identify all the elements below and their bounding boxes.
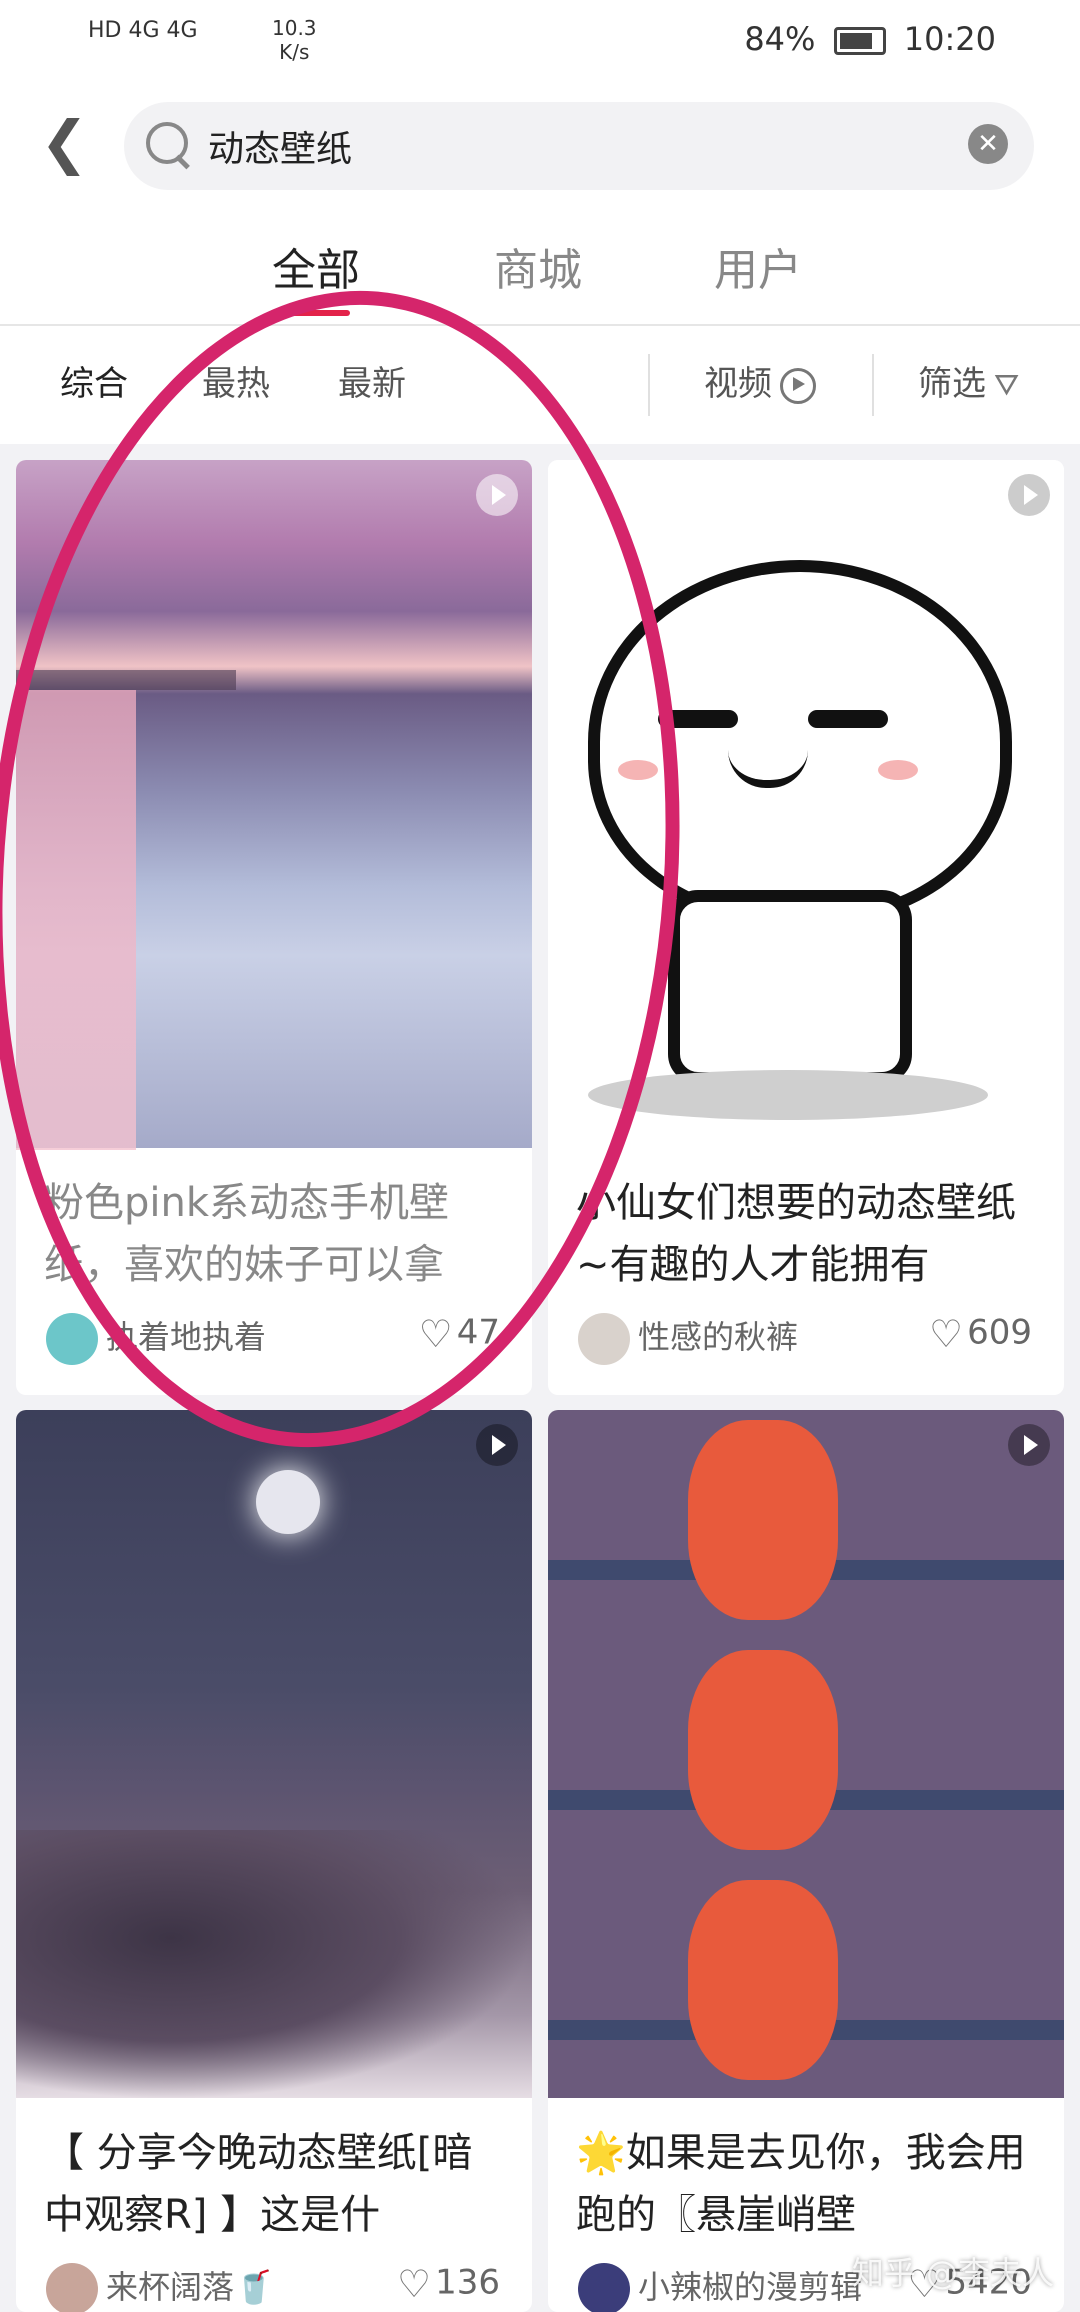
- author-name: 执着地执着: [106, 1318, 267, 1356]
- search-bar[interactable]: 动态壁纸 ✕: [124, 102, 1034, 190]
- sort-hottest[interactable]: 最热: [202, 356, 270, 405]
- sort-newest[interactable]: 最新: [338, 356, 406, 405]
- card-title: 【 分享今晚动态壁纸[暗中观察R] 】这是什: [44, 2130, 473, 2238]
- status-right: 84% 10:20: [744, 20, 996, 58]
- cartoon-head: [588, 560, 1012, 924]
- tab-all-label: 全部: [272, 245, 360, 296]
- character-shape: [688, 1420, 838, 1620]
- avatar: [578, 1313, 630, 1365]
- author-name: 来杯阔落🥤: [106, 2268, 274, 2306]
- video-filter-label: 视频: [704, 364, 772, 404]
- clock: 10:20: [903, 20, 996, 58]
- cartoon-body: [668, 890, 912, 1084]
- cartoon-shadow: [588, 1070, 988, 1120]
- tab-mall[interactable]: 商城: [494, 234, 582, 298]
- search-input[interactable]: 动态壁纸: [208, 120, 352, 172]
- filter-bar: 综合 最热 最新 视频 筛选 ⛛: [0, 326, 1080, 444]
- video-badge-icon: [476, 474, 518, 516]
- signal-indicators: HD 4G 4G: [88, 18, 198, 43]
- like-count[interactable]: ♡ 136: [397, 2262, 500, 2306]
- cartoon-eye-right: [808, 710, 888, 728]
- like-count[interactable]: ♡ 47: [419, 1312, 500, 1356]
- heart-icon: ♡: [418, 1312, 453, 1356]
- tab-users[interactable]: 用户: [714, 234, 802, 298]
- post-card[interactable]: 【 分享今晚动态壁纸[暗中观察R] 】这是什 来杯阔落🥤 ♡ 136: [16, 1410, 532, 2312]
- post-card[interactable]: 小仙女们想要的动态壁纸~有趣的人才能拥有 性感的秋裤 ♡ 609: [548, 460, 1064, 1395]
- post-card[interactable]: 🌟如果是去见你，我会用跑的〖悬崖峭壁 小辣椒的漫剪辑 ♡ 5420: [548, 1410, 1064, 2312]
- tab-mall-label: 商城: [494, 245, 582, 296]
- card-author[interactable]: 小辣椒的漫剪辑: [578, 2262, 862, 2312]
- avatar: [578, 2263, 630, 2312]
- distant-coast: [16, 670, 236, 690]
- tab-users-label: 用户: [714, 245, 802, 296]
- cartoon-cheek-left: [618, 760, 658, 780]
- avatar: [46, 1313, 98, 1365]
- net-speed-value: 10.3: [272, 16, 317, 40]
- cartoon-eye-left: [658, 710, 738, 728]
- status-bar: HD 4G 4G 10.3 K/s 84% 10:20: [0, 0, 1080, 80]
- card-title: 粉色pink系动态手机壁纸，喜欢的妹子可以拿: [44, 1180, 450, 1288]
- active-tab-indicator: [282, 310, 350, 316]
- cartoon-cheek-right: [878, 760, 918, 780]
- character-shape: [688, 1880, 838, 2080]
- card-author[interactable]: 性感的秋裤: [578, 1312, 798, 1365]
- author-name: 性感的秋裤: [638, 1318, 799, 1356]
- like-value: 609: [967, 1312, 1032, 1353]
- video-badge-icon: [1008, 1424, 1050, 1466]
- play-circle-icon: [780, 367, 816, 404]
- clear-icon[interactable]: ✕: [968, 124, 1008, 164]
- filter-separator: [648, 354, 650, 416]
- heart-icon: ♡: [397, 2262, 432, 2306]
- card-thumbnail: [16, 460, 532, 1150]
- filter-button[interactable]: 筛选 ⛛: [918, 356, 1019, 405]
- card-title: 🌟如果是去见你，我会用跑的〖悬崖峭壁: [576, 2130, 1026, 2238]
- video-badge-icon: [1008, 474, 1050, 516]
- tab-bar: 全部 商城 用户: [0, 228, 1080, 324]
- card-author[interactable]: 来杯阔落🥤: [46, 2262, 274, 2312]
- battery-icon: [833, 27, 886, 55]
- video-filter-button[interactable]: 视频: [704, 356, 816, 405]
- post-card[interactable]: 粉色pink系动态手机壁纸，喜欢的妹子可以拿 执着地执着 ♡ 47: [16, 460, 532, 1395]
- filter-label: 筛选: [918, 364, 986, 404]
- back-arrow-icon[interactable]: ❮: [40, 112, 89, 172]
- like-count[interactable]: ♡ 609: [929, 1312, 1032, 1356]
- net-speed-unit: K/s: [279, 40, 310, 64]
- watermark: 知乎 @李夫人: [851, 2254, 1054, 2292]
- author-name: 小辣椒的漫剪辑: [638, 2268, 863, 2306]
- card-thumbnail: [548, 460, 1064, 1148]
- battery-percent: 84%: [744, 20, 816, 58]
- tab-all[interactable]: 全部: [272, 234, 360, 316]
- card-thumbnail: [16, 1410, 532, 2100]
- card-author[interactable]: 执着地执着: [46, 1312, 266, 1365]
- beach-shape: [16, 690, 136, 1150]
- like-value: 136: [435, 2262, 500, 2303]
- moon-shape: [256, 1470, 320, 1534]
- character-shape: [688, 1650, 838, 1850]
- heart-icon: ♡: [929, 1312, 964, 1356]
- avatar: [46, 2263, 98, 2312]
- card-title: 小仙女们想要的动态壁纸~有趣的人才能拥有: [576, 1180, 1016, 1288]
- like-value: 47: [456, 1312, 500, 1353]
- search-icon: [146, 122, 188, 164]
- network-speed: 10.3 K/s: [272, 16, 317, 64]
- card-thumbnail: [548, 1410, 1064, 2098]
- video-badge-icon: [476, 1424, 518, 1466]
- funnel-icon: ⛛: [994, 368, 1020, 403]
- filter-separator: [872, 354, 874, 416]
- sort-comprehensive[interactable]: 综合: [60, 356, 128, 405]
- clouds-shape: [16, 1830, 532, 2100]
